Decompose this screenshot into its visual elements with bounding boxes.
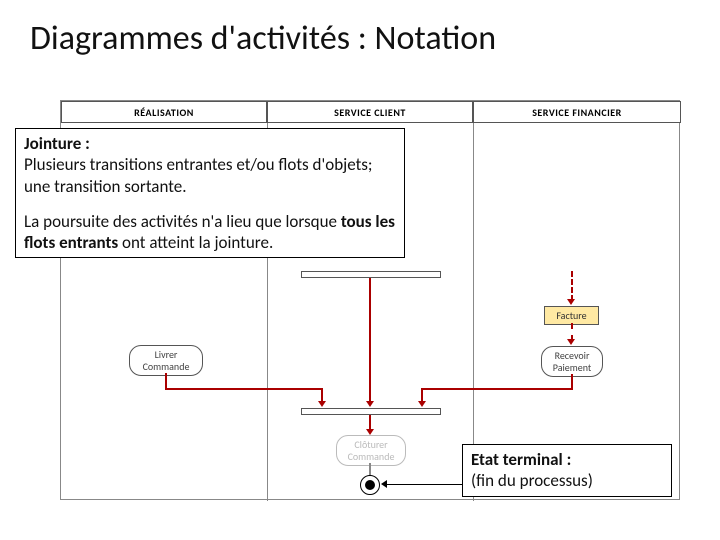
callout-text: La poursuite des activités n'a lieu que … <box>24 211 396 254</box>
callout-heading: Jointure : <box>24 133 90 154</box>
callout-heading: Etat terminal : <box>471 449 571 470</box>
activity-cloturer-commande: Clôturer Commande <box>336 435 406 466</box>
flow-edge <box>369 463 371 475</box>
arrow-head-icon <box>366 401 374 407</box>
callout-text: (fin du processus) <box>471 470 663 491</box>
flow-edge <box>165 373 167 388</box>
lane-header-realisation: RÉALISATION <box>61 101 267 123</box>
final-node-icon <box>360 475 380 495</box>
join-bar <box>301 408 441 415</box>
arrow-head-icon <box>381 480 387 488</box>
activity-livrer-commande: Livrer Commande <box>129 345 203 376</box>
fork-bar <box>301 271 441 278</box>
slide-title: Diagrammes d'activités : Notation <box>0 0 720 67</box>
callout-pointer <box>385 484 465 485</box>
activity-recevoir-paiement: Recevoir Paiement <box>541 346 603 377</box>
arrow-head-icon <box>567 299 575 305</box>
flow-edge <box>369 278 371 403</box>
flow-edge <box>165 388 323 390</box>
arrow-head-icon <box>418 401 426 407</box>
arrow-head-icon <box>567 339 575 345</box>
lane-header-service-client: SERVICE CLIENT <box>267 101 473 123</box>
flow-edge <box>571 374 573 388</box>
object-flow-edge <box>571 271 573 301</box>
lane-header-service-financier: SERVICE FINANCIER <box>473 101 681 123</box>
callout-text: Plusieurs transitions entrantes et/ou fl… <box>24 154 396 197</box>
arrow-head-icon <box>318 401 326 407</box>
callout-etat-terminal: Etat terminal : (fin du processus) <box>462 444 672 497</box>
callout-jointure: Jointure : Plusieurs transitions entrant… <box>15 128 405 258</box>
flow-edge <box>421 388 573 390</box>
